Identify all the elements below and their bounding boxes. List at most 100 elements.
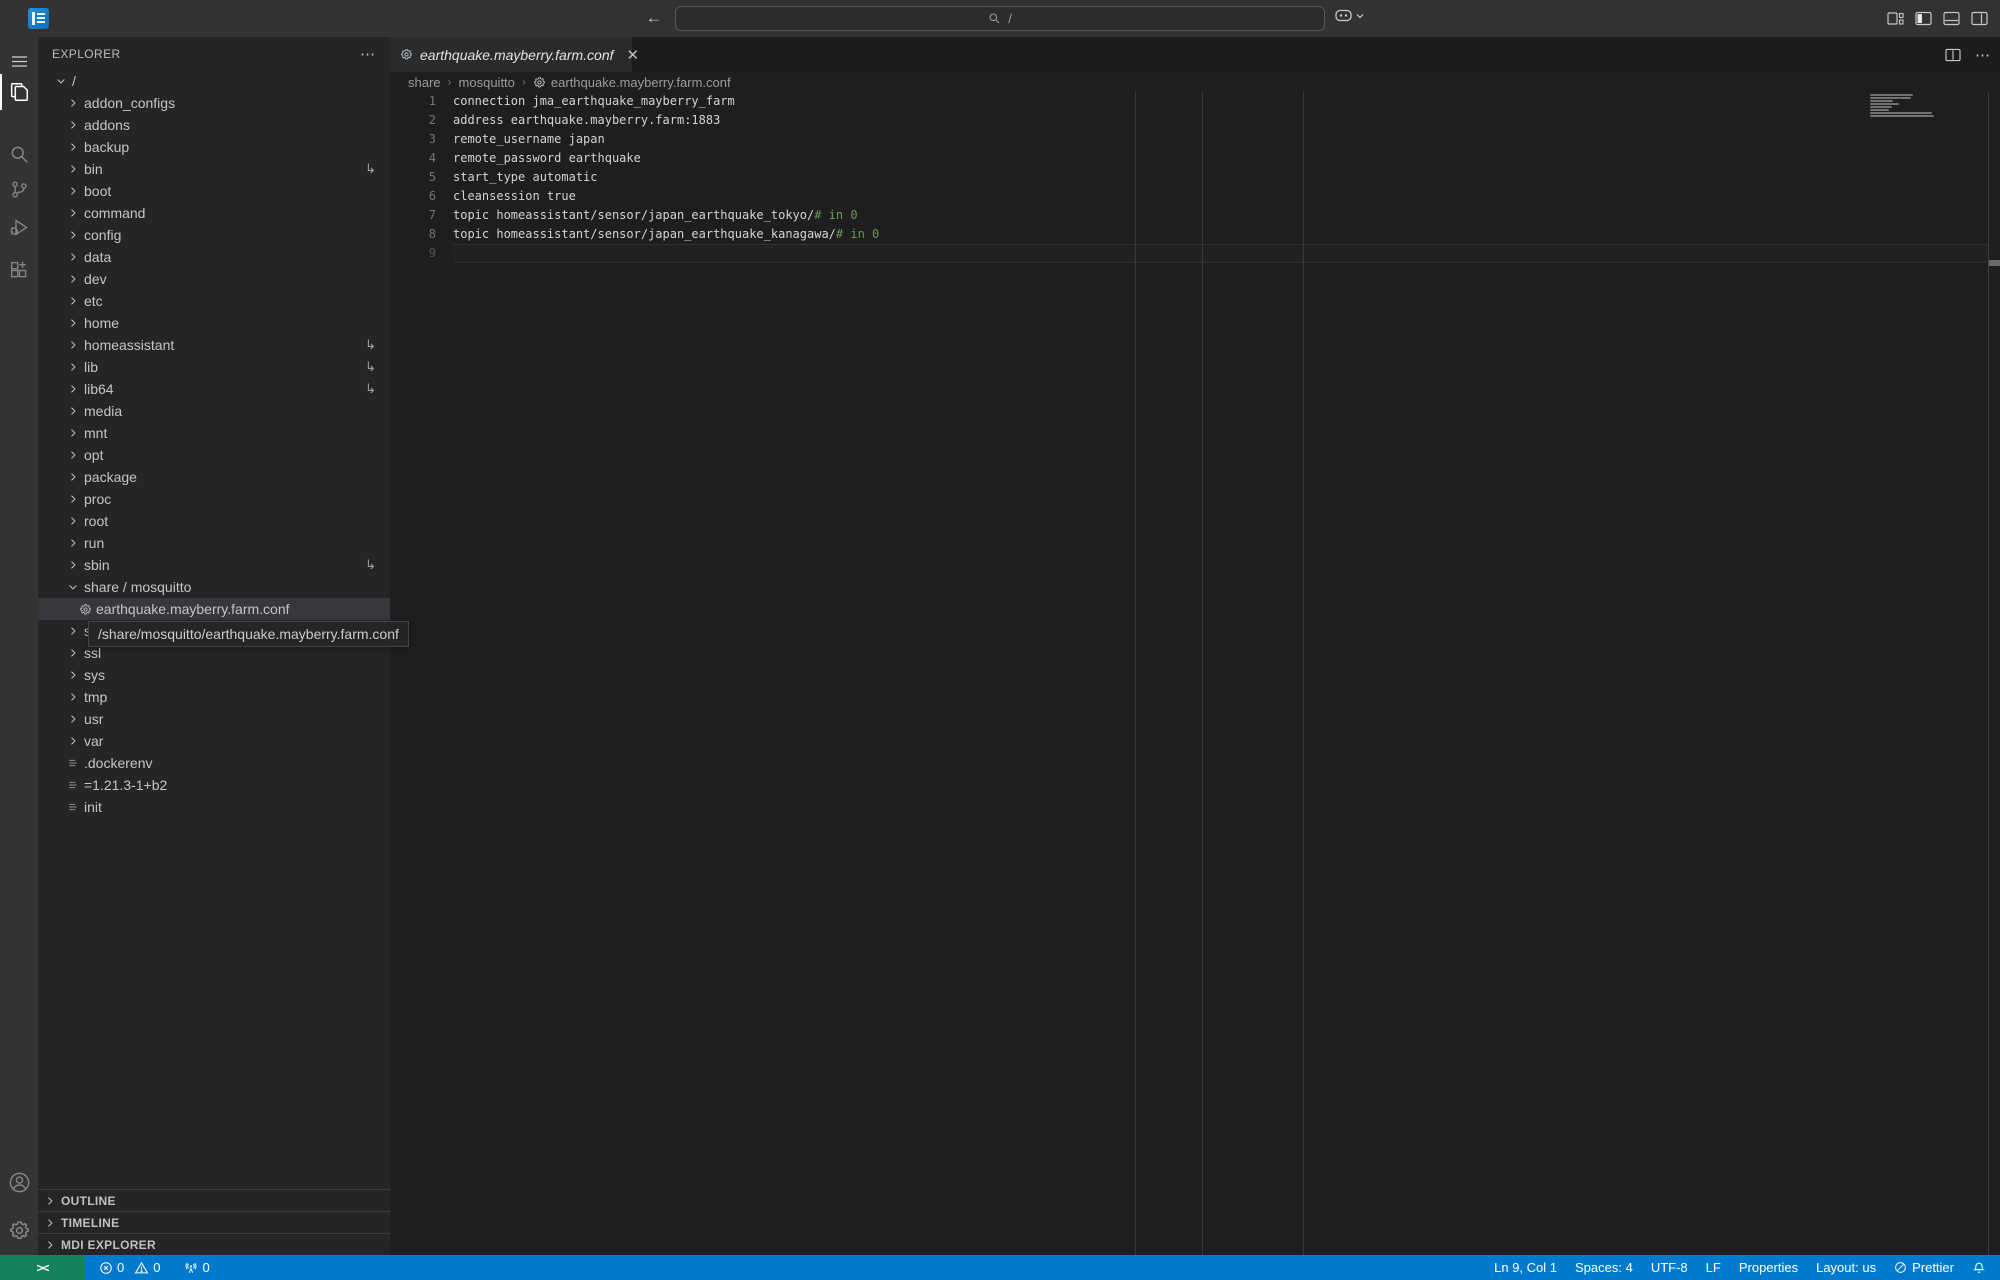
tree-item-lib[interactable]: lib↳ [38, 356, 390, 378]
toggle-secondary-sidebar-icon[interactable] [1971, 10, 1988, 27]
minimap-line [1870, 97, 1911, 99]
code-line-7[interactable]: 7topic homeassistant/sensor/japan_earthq… [390, 206, 2000, 225]
tree-item-init[interactable]: init [38, 796, 390, 818]
tree-item--1-21-3-1-b2[interactable]: =1.21.3-1+b2 [38, 774, 390, 796]
code-text: cleansession true [453, 187, 1988, 206]
run-debug-icon[interactable] [0, 212, 38, 242]
tree-item-bin[interactable]: bin↳ [38, 158, 390, 180]
section-outline[interactable]: OUTLINE [38, 1189, 390, 1211]
tree-item-sbin[interactable]: sbin↳ [38, 554, 390, 576]
chevron-right-icon [66, 711, 80, 727]
explorer-icon[interactable] [0, 77, 38, 107]
status-item-prettier[interactable]: Prettier [1894, 1260, 1954, 1275]
tree-item-command[interactable]: command [38, 202, 390, 224]
status-item-lf[interactable]: LF [1706, 1260, 1721, 1275]
tree-item-var[interactable]: var [38, 730, 390, 752]
status-item-properties[interactable]: Properties [1739, 1260, 1798, 1275]
search-view-icon[interactable] [0, 139, 38, 169]
customize-layout-icon[interactable] [1887, 10, 1904, 27]
tree-item-package[interactable]: package [38, 466, 390, 488]
tree-item--[interactable]: / [38, 70, 390, 92]
tree-item-boot[interactable]: boot [38, 180, 390, 202]
tab-close-icon[interactable]: ✕ [627, 46, 640, 64]
code-text: remote_username japan [453, 130, 1988, 149]
code-area[interactable]: 1connection jma_earthquake_mayberry_farm… [390, 92, 2000, 1255]
tree-item-earthquake-mayberry-farm-conf[interactable]: earthquake.mayberry.farm.conf [38, 598, 390, 620]
problems-status[interactable]: 0 0 [99, 1260, 160, 1275]
tree-item-media[interactable]: media [38, 400, 390, 422]
code-line-3[interactable]: 3remote_username japan [390, 130, 2000, 149]
source-control-icon[interactable] [0, 174, 38, 204]
explorer-more-actions-icon[interactable]: ⋯ [360, 45, 376, 63]
settings-gear-icon[interactable] [0, 1215, 38, 1245]
tab-earthquake-conf[interactable]: earthquake.mayberry.farm.conf ✕ [390, 37, 632, 72]
tree-item-label: sys [84, 667, 105, 683]
code-text: topic homeassistant/sensor/japan_earthqu… [453, 225, 1988, 244]
tree-item-etc[interactable]: etc [38, 290, 390, 312]
toggle-primary-sidebar-icon[interactable] [1915, 10, 1932, 27]
chevron-right-icon [66, 557, 80, 573]
chevron-down-icon [54, 73, 68, 89]
breadcrumb-item[interactable]: earthquake.mayberry.farm.conf [533, 75, 731, 90]
chevron-right-icon [66, 205, 80, 221]
section-mdi-explorer[interactable]: MDI EXPLORER [38, 1233, 390, 1255]
tree-item--dockerenv[interactable]: .dockerenv [38, 752, 390, 774]
status-item-ln-9-col-1[interactable]: Ln 9, Col 1 [1494, 1260, 1557, 1275]
tree-item-label: proc [84, 491, 111, 507]
status-item-utf-8[interactable]: UTF-8 [1651, 1260, 1688, 1275]
tree-item-data[interactable]: data [38, 246, 390, 268]
tree-item-config[interactable]: config [38, 224, 390, 246]
split-editor-icon[interactable] [1945, 48, 1961, 62]
tree-item-lib64[interactable]: lib64↳ [38, 378, 390, 400]
remote-indicator[interactable]: >< [0, 1255, 85, 1280]
copilot-menu[interactable] [1334, 8, 1364, 23]
notifications-bell-icon[interactable] [1972, 1261, 1986, 1275]
extensions-icon[interactable] [0, 255, 38, 285]
breadcrumb-item[interactable]: share [408, 75, 441, 90]
code-line-8[interactable]: 8topic homeassistant/sensor/japan_earthq… [390, 225, 2000, 244]
tree-item-run[interactable]: run [38, 532, 390, 554]
code-line-4[interactable]: 4remote_password earthquake [390, 149, 2000, 168]
tree-item-label: .dockerenv [84, 755, 152, 771]
code-line-2[interactable]: 2address earthquake.mayberry.farm:1883 [390, 111, 2000, 130]
tree-item-dev[interactable]: dev [38, 268, 390, 290]
minimap[interactable] [1870, 94, 1980, 121]
toggle-panel-icon[interactable] [1943, 10, 1960, 27]
tree-item-mnt[interactable]: mnt [38, 422, 390, 444]
tree-item-proc[interactable]: proc [38, 488, 390, 510]
tree-item-label: homeassistant [84, 337, 174, 353]
tree-item-share-mosquitto[interactable]: share / mosquitto [38, 576, 390, 598]
breadcrumb-item[interactable]: mosquitto [459, 75, 515, 90]
tree-item-usr[interactable]: usr [38, 708, 390, 730]
tree-item-tmp[interactable]: tmp [38, 686, 390, 708]
code-line-5[interactable]: 5start_type automatic [390, 168, 2000, 187]
tree-item-addon-configs[interactable]: addon_configs [38, 92, 390, 114]
tree-item-sys[interactable]: sys [38, 664, 390, 686]
tree-item-backup[interactable]: backup [38, 136, 390, 158]
nav-back-icon[interactable]: ← [642, 6, 666, 30]
overview-ruler[interactable] [1988, 92, 2000, 1255]
code-line-9[interactable]: 9 [390, 244, 2000, 263]
section-timeline[interactable]: TIMELINE [38, 1211, 390, 1233]
tree-item-opt[interactable]: opt [38, 444, 390, 466]
menu-icon[interactable] [0, 46, 38, 76]
sidebar-sections: OUTLINETIMELINEMDI EXPLORER [38, 1189, 390, 1255]
account-icon[interactable] [0, 1167, 38, 1197]
tree-item-addons[interactable]: addons [38, 114, 390, 136]
app-logo-icon[interactable] [28, 8, 49, 29]
file-lines-icon [66, 777, 80, 793]
code-line-6[interactable]: 6cleansession true [390, 187, 2000, 206]
chevron-down-icon [66, 579, 80, 595]
file-path-tooltip: /share/mosquitto/earthquake.mayberry.far… [88, 621, 409, 647]
tree-item-label: etc [84, 293, 103, 309]
tree-item-home[interactable]: home [38, 312, 390, 334]
ports-status[interactable]: 0 [184, 1260, 209, 1275]
status-item-spaces-4[interactable]: Spaces: 4 [1575, 1260, 1633, 1275]
status-item-layout-us[interactable]: Layout: us [1816, 1260, 1876, 1275]
code-line-1[interactable]: 1connection jma_earthquake_mayberry_farm [390, 92, 2000, 111]
tree-item-root[interactable]: root [38, 510, 390, 532]
tree-item-homeassistant[interactable]: homeassistant↳ [38, 334, 390, 356]
editor-more-actions-icon[interactable]: ⋯ [1975, 46, 1990, 64]
command-center-search[interactable]: / [675, 6, 1325, 31]
tree-item-label: package [84, 469, 137, 485]
